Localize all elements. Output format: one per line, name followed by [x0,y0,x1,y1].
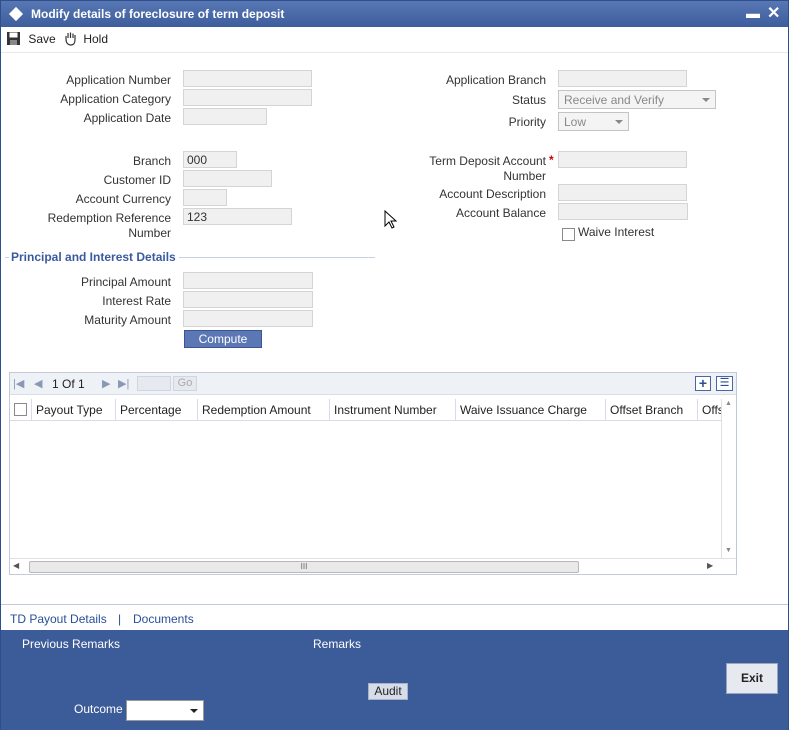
minimize-icon[interactable]: ▬ [746,5,760,21]
principal-amount-label: Principal Amount [80,275,171,289]
status-label: Status [511,93,546,107]
horizontal-scrollbar[interactable]: ◀ III ▶ [10,558,736,574]
select-all-checkbox[interactable] [14,403,27,416]
outcome-label: Outcome [74,702,123,716]
waive-interest-checkbox[interactable] [562,228,575,241]
payout-grid: |◀ ◀ 1 Of 1 ▶ ▶| Go + ☰ Payout Type Perc… [9,372,737,575]
page-number-input[interactable] [137,376,171,391]
account-currency-label: Account Currency [75,192,171,206]
chevron-down-icon [702,98,710,102]
customer-id-label: Customer ID [103,173,171,187]
hold-button[interactable]: Hold [63,31,108,46]
column-header-offset-truncated[interactable]: Offs [698,399,721,421]
window: Modify details of foreclosure of term de… [0,0,789,730]
hand-icon [65,32,76,46]
vertical-scrollbar[interactable]: ▲ ▼ [721,399,736,559]
maturity-amount-label: Maturity Amount [84,313,171,327]
save-icon [7,32,20,45]
tab-documents[interactable]: Documents [133,612,194,626]
redemption-reference-label: Redemption Reference [47,211,171,225]
select-all-cell [10,399,32,421]
account-description-field[interactable] [558,184,687,201]
prev-page-icon[interactable]: ◀ [34,377,42,390]
exit-button[interactable]: Exit [726,663,778,694]
list-view-icon[interactable]: ☰ [716,376,733,391]
application-category-field[interactable] [183,89,312,106]
branch-label: Branch [132,154,171,168]
grid-header: Payout Type Percentage Redemption Amount… [10,399,721,421]
section-divider-left [5,257,9,258]
scroll-right-icon[interactable]: ▶ [707,561,713,570]
application-number-label: Application Number [66,73,171,87]
mouse-cursor-icon [384,210,398,229]
column-header-offset-branch[interactable]: Offset Branch [606,399,698,421]
hold-label: Hold [83,32,109,46]
interest-rate-field[interactable] [183,291,313,308]
go-button[interactable]: Go [173,376,197,391]
save-label: Save [28,32,56,46]
priority-label: Priority [508,115,546,129]
last-page-icon[interactable]: ▶| [118,377,129,390]
page-info: 1 Of 1 [52,377,85,391]
application-branch-field[interactable] [558,70,687,87]
scroll-up-icon[interactable]: ▲ [725,400,732,407]
section-divider [179,257,375,258]
application-date-label: Application Date [83,111,171,125]
grid-pager-bar: |◀ ◀ 1 Of 1 ▶ ▶| Go + ☰ [10,373,736,395]
chevron-down-icon [190,709,198,713]
principal-amount-field[interactable] [183,272,313,289]
redemption-reference-label-line2: Number [128,226,171,240]
save-button[interactable]: Save [6,31,56,46]
scroll-down-icon[interactable]: ▼ [725,547,732,554]
account-balance-field[interactable] [558,203,688,220]
toolbar: Save Hold [1,27,788,53]
customer-id-field[interactable] [183,170,272,187]
application-branch-label: Application Branch [445,73,546,87]
status-select[interactable]: Receive and Verify [558,90,716,109]
td-account-number-field[interactable] [558,151,687,168]
td-account-label-line2: Number [503,169,546,183]
account-description-label: Account Description [439,187,546,201]
interest-rate-label: Interest Rate [102,294,171,308]
remarks-label[interactable]: Remarks [313,637,361,651]
application-date-field[interactable] [183,108,267,125]
first-page-icon[interactable]: |◀ [13,377,24,390]
branch-field[interactable]: 000 [183,151,237,168]
next-page-icon[interactable]: ▶ [102,377,110,390]
chevron-down-icon [615,120,623,124]
tab-separator: | [118,612,122,626]
account-balance-label: Account Balance [455,206,546,220]
priority-select[interactable]: Low [558,112,629,131]
application-number-field[interactable] [183,70,312,87]
tab-td-payout-details[interactable]: TD Payout Details [10,612,107,626]
audit-button[interactable]: Audit [368,683,408,700]
required-marker: * [549,153,554,167]
status-value: Receive and Verify [564,93,665,107]
column-header-waive-issuance-charge[interactable]: Waive Issuance Charge [456,399,606,421]
application-category-label: Application Category [60,92,171,106]
tab-bar: TD Payout Details | Documents [1,604,788,630]
column-header-payout-type[interactable]: Payout Type [32,399,116,421]
window-diamond-icon [8,6,24,22]
waive-interest-label: Waive Interest [578,225,655,239]
previous-remarks-label[interactable]: Previous Remarks [22,637,120,651]
maturity-amount-field[interactable] [183,310,313,327]
scroll-thumb[interactable]: III [29,561,579,573]
principal-section-title: Principal and Interest Details [11,250,176,264]
td-account-label: Term Deposit Account [429,154,546,168]
redemption-reference-field[interactable]: 123 [183,208,292,225]
scroll-left-icon[interactable]: ◀ [13,561,19,570]
column-header-instrument-number[interactable]: Instrument Number [330,399,456,421]
close-icon[interactable]: ✕ [767,3,780,23]
priority-value: Low [564,115,587,129]
compute-button[interactable]: Compute [184,330,262,348]
window-title: Modify details of foreclosure of term de… [31,7,285,21]
add-row-icon[interactable]: + [695,376,711,391]
column-header-redemption-amount[interactable]: Redemption Amount [198,399,330,421]
account-currency-field[interactable] [183,189,227,206]
footer-panel: Previous Remarks Remarks Audit Exit Outc… [1,630,788,730]
title-bar: Modify details of foreclosure of term de… [1,1,788,27]
outcome-select[interactable] [126,700,204,721]
column-header-percentage[interactable]: Percentage [116,399,198,421]
